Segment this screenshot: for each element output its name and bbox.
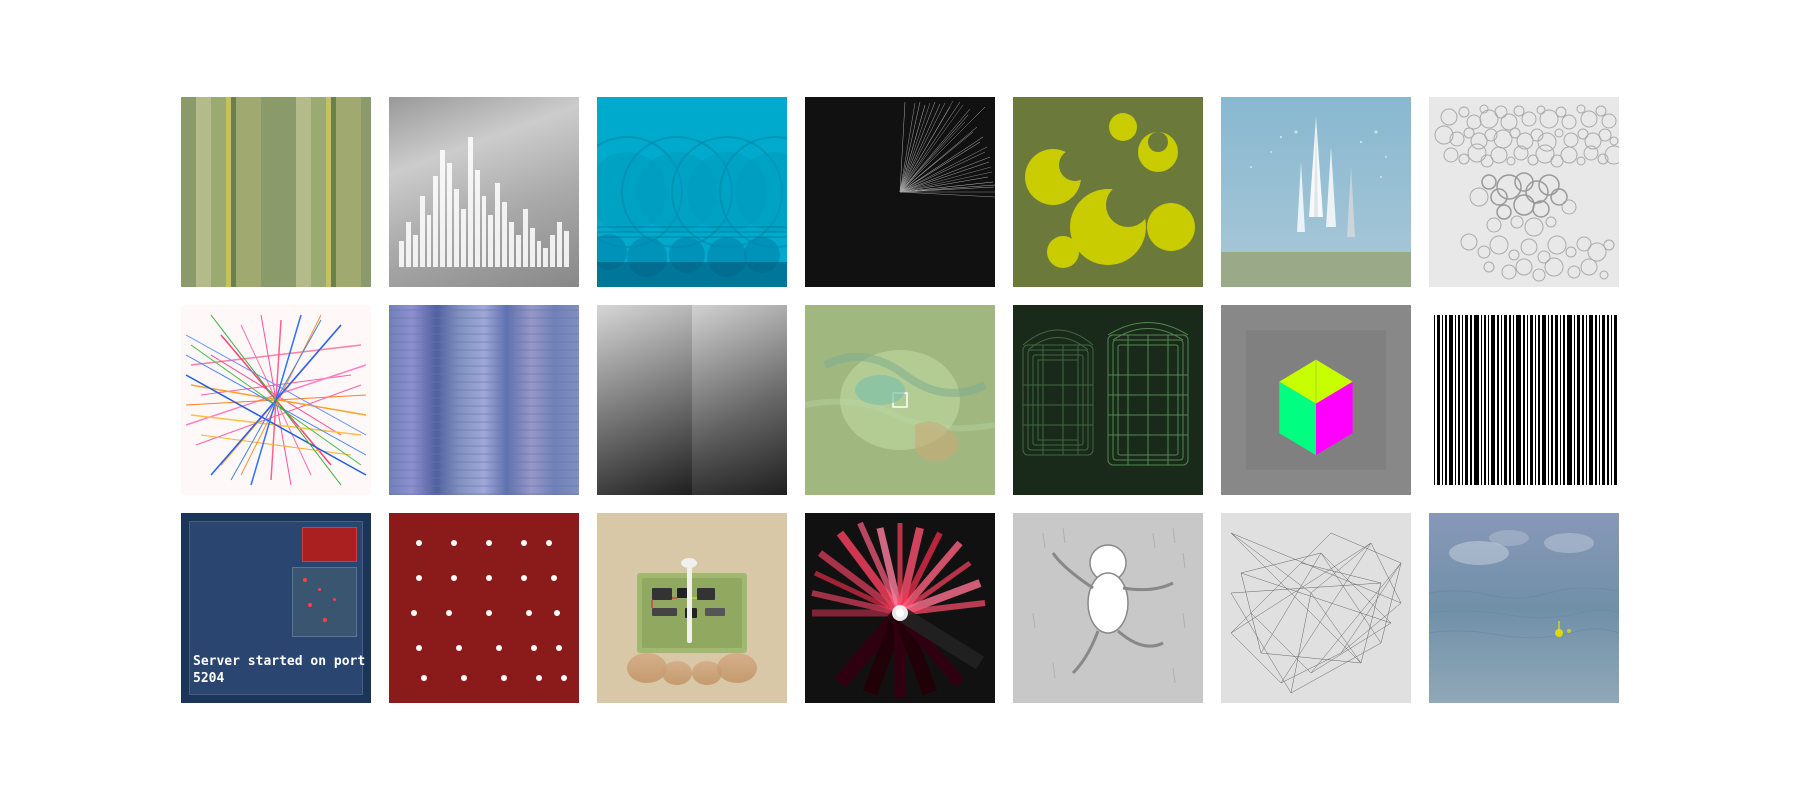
thumbnail-9[interactable] <box>389 305 579 495</box>
thumbnail-16[interactable] <box>389 513 579 703</box>
thumbnail-8[interactable] <box>181 305 371 495</box>
thumbnail-10[interactable] <box>597 305 787 495</box>
thumbnail-6[interactable] <box>1221 97 1411 287</box>
thumbnail-13[interactable] <box>1221 305 1411 495</box>
image-gallery: /* rendered by lines below */ <box>151 67 1649 733</box>
thumbnail-3[interactable] <box>597 97 787 287</box>
thumbnail-20[interactable] <box>1221 513 1411 703</box>
thumbnail-15[interactable]: Server started on port 5204 <box>181 513 371 703</box>
thumbnail-4[interactable]: /* rendered by lines below */ <box>805 97 995 287</box>
thumbnail-12[interactable] <box>1013 305 1203 495</box>
thumbnail-17[interactable] <box>597 513 787 703</box>
thumbnail-21[interactable] <box>1429 513 1619 703</box>
server-started-text: Server started on port 5204 <box>193 654 371 688</box>
thumbnail-19[interactable] <box>1013 513 1203 703</box>
thumbnail-5[interactable] <box>1013 97 1203 287</box>
thumbnail-14[interactable] <box>1429 305 1619 495</box>
thumbnail-2[interactable] <box>389 97 579 287</box>
thumbnail-7[interactable] <box>1429 97 1619 287</box>
thumbnail-18[interactable] <box>805 513 995 703</box>
thumbnail-1[interactable] <box>181 97 371 287</box>
thumbnail-11[interactable] <box>805 305 995 495</box>
